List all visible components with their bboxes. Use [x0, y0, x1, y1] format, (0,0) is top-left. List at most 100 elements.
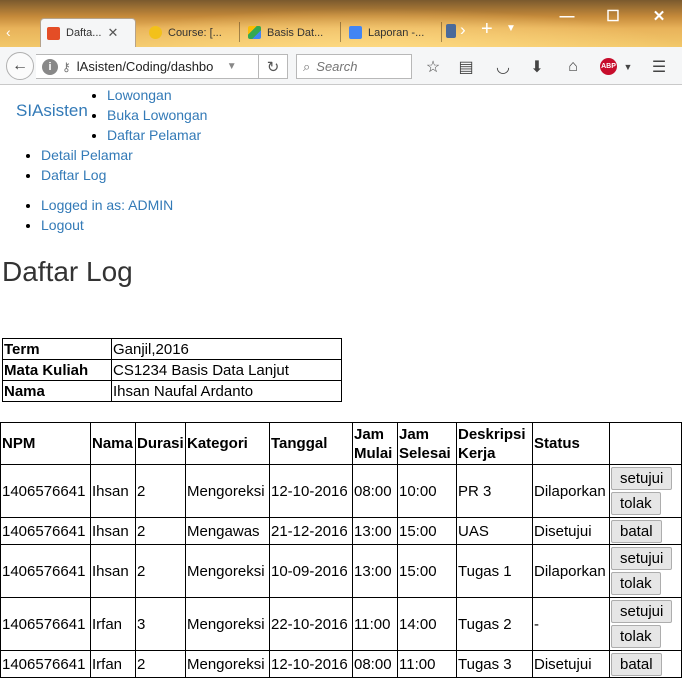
- search-box[interactable]: ⌕: [296, 54, 412, 79]
- setujui-button[interactable]: setujui: [611, 547, 673, 570]
- tab-scroll-left-icon[interactable]: ‹: [6, 24, 11, 40]
- logout-link[interactable]: Logout: [41, 217, 84, 233]
- setujui-button[interactable]: setujui: [611, 467, 673, 490]
- cell-kategori: Mengoreksi: [185, 464, 270, 518]
- pocket-icon[interactable]: ◡: [492, 56, 514, 78]
- info-row: Nama Ihsan Naufal Ardanto: [2, 380, 342, 402]
- cell-durasi: 2: [135, 517, 186, 545]
- bookmark-star-icon[interactable]: ☆: [422, 56, 444, 78]
- cell-deskripsi: Tugas 1: [456, 544, 533, 598]
- cell-selesai: 15:00: [397, 544, 457, 598]
- maximize-icon[interactable]: ☐: [590, 0, 636, 32]
- cell-durasi: 3: [135, 597, 186, 651]
- col-header-actions: [609, 422, 682, 465]
- cell-kategori: Mengoreksi: [185, 650, 270, 678]
- tab-basis-data[interactable]: Basis Dat...: [242, 18, 338, 47]
- cell-selesai: 10:00: [397, 464, 457, 518]
- adblock-dropdown-icon[interactable]: ▼: [617, 56, 639, 78]
- search-input[interactable]: [316, 59, 397, 74]
- key-icon[interactable]: ⚷: [62, 60, 71, 74]
- menu-link[interactable]: Lowongan: [107, 87, 172, 103]
- cell-npm: 1406576641: [0, 597, 91, 651]
- browser-titlebar: ‹ Dafta... ✕ Course: [... Basis Dat... L…: [0, 0, 682, 47]
- action-button-group: batal: [611, 652, 680, 677]
- info-value: Ihsan Naufal Ardanto: [111, 380, 342, 402]
- tab-title: Course: [...: [168, 26, 222, 39]
- info-table: Term Ganjil,2016 Mata Kuliah CS1234 Basi…: [2, 338, 342, 402]
- cell-actions: batal: [609, 517, 682, 545]
- cell-nama: Irfan: [90, 597, 136, 651]
- cell-tanggal: 12-10-2016: [269, 464, 353, 518]
- page-title: Daftar Log: [2, 256, 133, 287]
- col-header-deskripsi: Deskripsi Kerja: [456, 422, 533, 465]
- cell-status: Disetujui: [532, 650, 610, 678]
- cell-status: Dilaporkan: [532, 544, 610, 598]
- tolak-button[interactable]: tolak: [611, 625, 661, 648]
- col-header-jam-selesai: Jam Selesai: [397, 422, 457, 465]
- col-header-nama: Nama: [90, 422, 136, 465]
- tab-scroll-right-icon[interactable]: ›: [460, 20, 466, 40]
- cell-tanggal: 22-10-2016: [269, 597, 353, 651]
- menu-link[interactable]: Buka Lowongan: [107, 107, 207, 123]
- cell-npm: 1406576641: [0, 464, 91, 518]
- list-tabs-icon[interactable]: ▼: [506, 23, 516, 34]
- menu-link[interactable]: Daftar Log: [41, 167, 106, 183]
- info-key: Mata Kuliah: [2, 359, 112, 381]
- cell-durasi: 2: [135, 544, 186, 598]
- menu-link[interactable]: Detail Pelamar: [41, 147, 133, 163]
- batal-button[interactable]: batal: [611, 652, 662, 676]
- info-value: CS1234 Basis Data Lanjut: [111, 359, 342, 381]
- cell-npm: 1406576641: [0, 544, 91, 598]
- tab-laporan[interactable]: Laporan -...: [343, 18, 439, 47]
- tolak-button[interactable]: tolak: [611, 572, 661, 595]
- action-button-group: batal: [611, 519, 680, 544]
- cell-selesai: 14:00: [397, 597, 457, 651]
- setujui-button[interactable]: setujui: [611, 600, 673, 623]
- home-icon[interactable]: ⌂: [562, 56, 584, 78]
- address-bar[interactable]: i ⚷ lAsisten/Coding/dashbo ▼: [36, 54, 288, 79]
- cell-status: -: [532, 597, 610, 651]
- table-row: 1406576641 Ihsan 2 Mengawas 21-12-2016 13:00 1…: [0, 517, 682, 545]
- reading-list-icon[interactable]: ▤: [455, 56, 477, 78]
- page-content: SIAsisten Lowongan Buka Lowongan Daftar …: [0, 85, 682, 685]
- site-info-icon[interactable]: i: [42, 58, 58, 75]
- tab-daftar-log[interactable]: Dafta... ✕: [40, 18, 136, 47]
- cell-mulai: 13:00: [352, 544, 398, 598]
- action-button-group: setujui tolak: [611, 546, 680, 596]
- tab-divider: [441, 22, 442, 42]
- tab-course[interactable]: Course: [...: [143, 18, 239, 47]
- cell-actions: setujui tolak: [609, 544, 682, 598]
- table-row: 1406576641 Irfan 2 Mengoreksi 12-10-2016 08:0…: [0, 650, 682, 678]
- back-button[interactable]: ←: [6, 52, 34, 80]
- url-text[interactable]: lAsisten/Coding/dashbo: [77, 59, 223, 74]
- cell-kategori: Mengoreksi: [185, 597, 270, 651]
- menu-item-buka-lowongan: Buka Lowongan: [107, 105, 207, 125]
- downloads-icon[interactable]: ⬇: [526, 56, 548, 78]
- drive-favicon-icon: [248, 26, 261, 39]
- cell-status: Disetujui: [532, 517, 610, 545]
- action-button-group: setujui tolak: [611, 599, 680, 649]
- minimize-icon[interactable]: —: [544, 0, 590, 32]
- logged-in-link[interactable]: Logged in as: ADMIN: [41, 197, 173, 213]
- reload-icon: ↻: [266, 58, 280, 76]
- cell-npm: 1406576641: [0, 517, 91, 545]
- back-arrow-icon: ←: [12, 57, 28, 74]
- brand-link[interactable]: SIAsisten: [16, 101, 88, 121]
- log-table: NPM Nama Durasi Kategori Tanggal Jam Mul…: [0, 422, 682, 678]
- reload-button[interactable]: ↻: [258, 54, 288, 79]
- close-window-icon[interactable]: ✕: [636, 0, 682, 32]
- menu-item-logout: Logout: [41, 215, 173, 235]
- menu-hamburger-icon[interactable]: ☰: [648, 56, 670, 78]
- info-row: Mata Kuliah CS1234 Basis Data Lanjut: [2, 359, 342, 381]
- menu-item-daftar-log: Daftar Log: [41, 165, 133, 185]
- adblock-icon[interactable]: ABP: [600, 58, 617, 75]
- docs-favicon-icon: [349, 26, 362, 39]
- close-tab-icon[interactable]: ✕: [107, 25, 118, 41]
- tolak-button[interactable]: tolak: [611, 492, 661, 515]
- url-dropdown-icon[interactable]: ▼: [227, 61, 237, 72]
- menu-item-detail-pelamar: Detail Pelamar: [41, 145, 133, 165]
- partial-tab-favicon-icon[interactable]: [446, 24, 456, 38]
- batal-button[interactable]: batal: [611, 519, 662, 543]
- menu-link[interactable]: Daftar Pelamar: [107, 127, 201, 143]
- new-tab-icon[interactable]: +: [481, 18, 493, 41]
